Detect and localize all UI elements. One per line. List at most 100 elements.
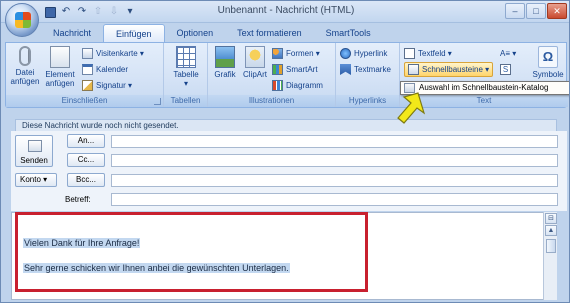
grafik-button[interactable]: Grafik xyxy=(211,46,239,79)
datei-anfuegen-label-1: Datei xyxy=(15,68,35,77)
picture-icon xyxy=(215,46,235,68)
konto-button[interactable]: Konto ▾ xyxy=(15,173,57,187)
omega-icon: Ω xyxy=(538,46,558,68)
item-envelope-icon xyxy=(50,46,70,68)
tabelle-label: Tabelle xyxy=(173,70,199,79)
tab-text-formatieren[interactable]: Text formatieren xyxy=(225,24,314,42)
send-envelope-icon xyxy=(28,140,42,152)
betreff-label: Betreff: xyxy=(65,195,91,204)
group-tabellen: Tabelle ▾ Tabellen xyxy=(164,43,208,107)
symbol-label: Symbole xyxy=(532,70,564,79)
tab-nachricht[interactable]: Nachricht xyxy=(41,24,103,42)
kalender-button[interactable]: Kalender xyxy=(82,63,128,76)
textfeld-button[interactable]: Textfeld ▾ xyxy=(404,47,452,60)
highlight-box xyxy=(15,212,368,292)
visitenkarte-label: Visitenkarte ▾ xyxy=(96,49,144,58)
send-label: Senden xyxy=(20,156,48,165)
group-label-illustrationen: Illustrationen xyxy=(208,95,335,107)
group-label-hyperlinks: Hyperlinks xyxy=(336,95,399,107)
clipart-label: ClipArt xyxy=(242,70,267,79)
cc-field[interactable] xyxy=(111,154,558,167)
scroll-up-icon[interactable]: ▲ xyxy=(545,225,557,236)
smartart-icon xyxy=(272,64,283,75)
group-hyperlinks: Hyperlink Textmarke Hyperlinks xyxy=(336,43,400,107)
smartart-label: SmartArt xyxy=(286,65,318,74)
tooltip-text: Auswahl im Schnellbaustein-Katalog xyxy=(419,83,549,92)
office-logo-icon xyxy=(15,12,31,28)
symbol-button[interactable]: Ω Symbole xyxy=(530,46,566,79)
group-einschliessen: Datei anfügen Element anfügen Visitenkar… xyxy=(6,43,164,107)
bcc-field[interactable] xyxy=(111,174,558,187)
hyperlink-label: Hyperlink xyxy=(354,49,388,58)
maximize-button[interactable]: □ xyxy=(526,3,546,19)
signature-pen-icon xyxy=(82,80,93,91)
smartart-button[interactable]: SmartArt xyxy=(272,63,318,76)
tabelle-dropdown-icon: ▾ xyxy=(183,79,188,88)
close-button[interactable]: ✕ xyxy=(547,3,567,19)
to-field[interactable] xyxy=(111,135,558,148)
element-anfuegen-label-2: anfügen xyxy=(45,79,75,88)
paperclip-icon xyxy=(19,46,31,66)
chart-icon xyxy=(272,80,283,91)
outlook-message-window: ↶ ↷ ⇧ ⇩ ▾ Unbenannt - Nachricht (HTML) –… xyxy=(0,0,570,303)
datei-anfuegen-button[interactable]: Datei anfügen xyxy=(10,46,40,86)
element-anfuegen-button[interactable]: Element anfügen xyxy=(42,46,78,88)
dialog-launcher-icon[interactable] xyxy=(154,98,161,105)
cc-button[interactable]: Cc... xyxy=(67,153,105,167)
text-dropdown-label: A≡ ▾ xyxy=(500,49,517,58)
grafik-label: Grafik xyxy=(214,70,236,79)
calendar-icon xyxy=(82,64,93,75)
schnellbausteine-button[interactable]: Schnellbausteine ▾ xyxy=(404,62,494,77)
vertical-scrollbar[interactable]: ⊟ ▲ xyxy=(543,212,557,300)
shapes-icon xyxy=(272,48,283,59)
clipart-icon xyxy=(245,46,265,68)
schnellbausteine-label: Schnellbausteine ▾ xyxy=(422,65,490,74)
textmarke-button[interactable]: Textmarke xyxy=(340,63,391,76)
tab-optionen[interactable]: Optionen xyxy=(165,24,226,42)
pointer-arrow-icon xyxy=(397,92,426,124)
datei-anfuegen-label-2: anfügen xyxy=(10,77,40,86)
ribbon-tabs: Nachricht Einfügen Optionen Text formati… xyxy=(41,24,383,42)
visitenkarte-button[interactable]: Visitenkarte ▾ xyxy=(82,47,144,60)
office-button[interactable] xyxy=(5,3,39,37)
clipart-button[interactable]: ClipArt xyxy=(240,46,270,79)
diagramm-label: Diagramm xyxy=(286,81,323,90)
send-button[interactable]: Senden xyxy=(15,135,53,167)
group-illustrationen: Grafik ClipArt Formen ▾ SmartArt Diagram… xyxy=(208,43,336,107)
globe-link-icon xyxy=(340,48,351,59)
ribbon: Datei anfügen Element anfügen Visitenkar… xyxy=(5,42,568,108)
wordart-button[interactable]: S xyxy=(500,63,511,76)
scroll-thumb[interactable] xyxy=(546,239,556,253)
tab-einfuegen[interactable]: Einfügen xyxy=(103,24,165,42)
bookmark-icon xyxy=(340,64,351,75)
bcc-button[interactable]: Bcc... xyxy=(67,173,105,187)
business-card-icon xyxy=(82,48,93,59)
textfeld-label: Textfeld ▾ xyxy=(418,49,452,58)
address-form: Senden Konto ▾ An... Cc... Bcc... Betref… xyxy=(11,131,567,211)
wordart-icon: S xyxy=(500,64,511,75)
element-anfuegen-label-1: Element xyxy=(45,70,75,79)
kalender-label: Kalender xyxy=(96,65,129,74)
table-icon xyxy=(176,46,196,68)
window-controls: – □ ✕ xyxy=(505,3,567,19)
tab-smarttools[interactable]: SmartTools xyxy=(314,24,383,42)
minimize-button[interactable]: – xyxy=(505,3,525,19)
text-dropdown-button[interactable]: A≡ ▾ xyxy=(500,47,516,60)
hyperlink-button[interactable]: Hyperlink xyxy=(340,47,387,60)
diagramm-button[interactable]: Diagramm xyxy=(272,79,323,92)
textbox-icon xyxy=(404,48,415,59)
signatur-label: Signatur ▾ xyxy=(96,81,133,90)
textmarke-label: Textmarke xyxy=(354,65,391,74)
an-button[interactable]: An... xyxy=(67,134,105,148)
quick-parts-icon xyxy=(408,64,419,75)
signatur-button[interactable]: Signatur ▾ xyxy=(82,79,132,92)
group-label-tabellen: Tabellen xyxy=(164,95,207,107)
formen-label: Formen ▾ xyxy=(286,49,320,58)
group-label-einschliessen: Einschließen xyxy=(6,95,163,107)
formen-button[interactable]: Formen ▾ xyxy=(272,47,320,60)
title-bar: ↶ ↷ ⇧ ⇩ ▾ Unbenannt - Nachricht (HTML) –… xyxy=(1,1,569,37)
window-title: Unbenannt - Nachricht (HTML) xyxy=(217,5,355,16)
ruler-toggle-icon[interactable]: ⊟ xyxy=(545,213,557,224)
subject-field[interactable] xyxy=(111,193,558,206)
tabelle-button[interactable]: Tabelle ▾ xyxy=(168,46,204,88)
